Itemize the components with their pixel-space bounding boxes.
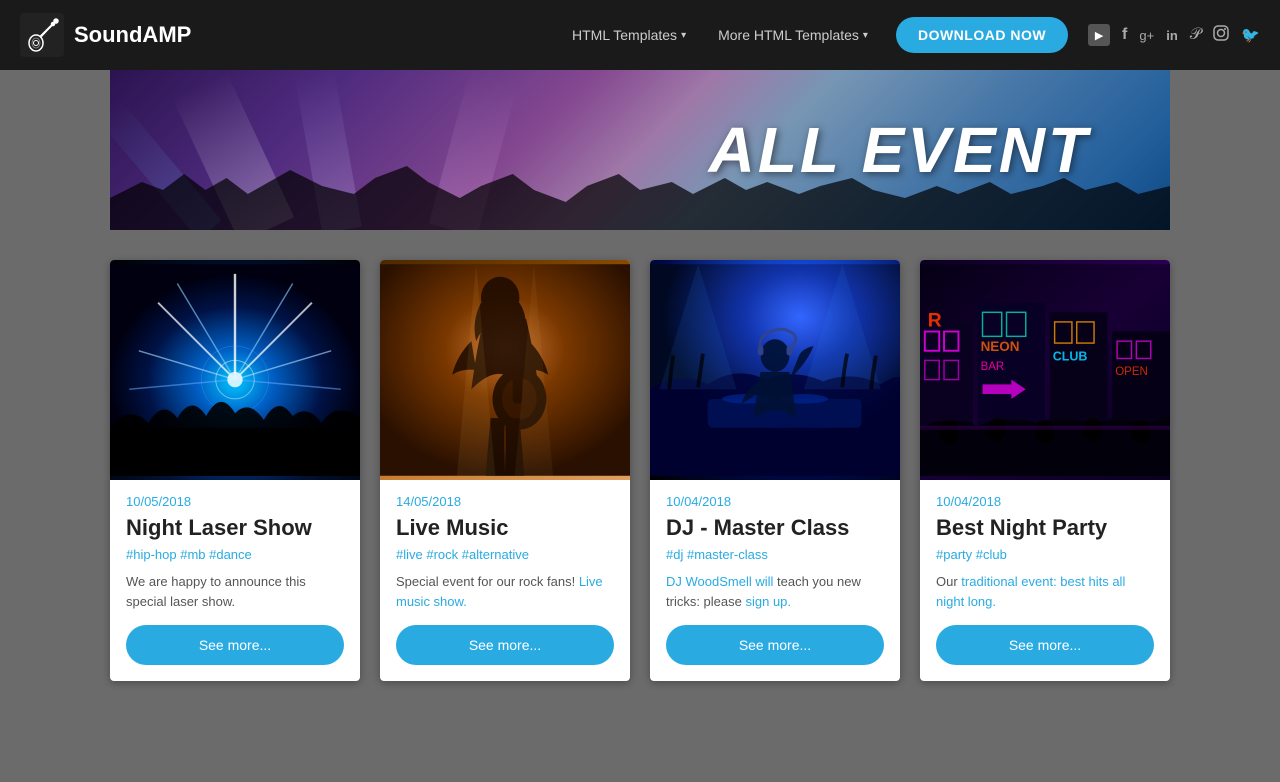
social-icons: ▶ f g+ in 𝒫 🐦 [1088,24,1260,46]
event-card-2: 14/05/2018 Live Music #live #rock #alter… [380,260,630,681]
card-desc-2: Special event for our rock fans! Live mu… [396,572,614,611]
svg-text:BAR: BAR [981,361,1005,373]
card-desc-link-3a[interactable]: DJ WoodSmell will [666,574,773,589]
download-button[interactable]: DOWNLOAD NOW [896,17,1068,53]
twitter-icon[interactable]: 🐦 [1241,26,1260,44]
card-desc-4: Our traditional event: best hits all nig… [936,572,1154,611]
card-image-1 [110,260,360,480]
card-date-3: 10/04/2018 [666,494,884,509]
card-desc-link-3b[interactable]: sign up. [745,594,791,609]
live-music-illustration [380,260,630,480]
card-image-2 [380,260,630,480]
card-desc-link-2[interactable]: Live music show. [396,574,603,609]
chevron-down-icon: ▾ [863,30,868,41]
card-tags-1: #hip-hop #mb #dance [126,547,344,562]
card-date-4: 10/04/2018 [936,494,1154,509]
svg-text:NEON: NEON [981,339,1020,354]
navbar: SoundAMP HTML Templates ▾ More HTML Temp… [0,0,1280,70]
card-date-2: 14/05/2018 [396,494,614,509]
hero-banner: ALL EVENT [110,70,1170,230]
instagram-icon[interactable] [1213,25,1229,46]
card-desc-1: We are happy to announce this special la… [126,572,344,611]
card-title-3: DJ - Master Class [666,515,884,541]
svg-text:OPEN: OPEN [1115,366,1148,378]
cards-section: 10/05/2018 Night Laser Show #hip-hop #mb… [110,260,1170,681]
card-title-1: Night Laser Show [126,515,344,541]
night-party-illustration: R NEON BAR CLUB OPEN [920,260,1170,480]
html-templates-link[interactable]: HTML Templates ▾ [560,21,698,49]
card-body-2: 14/05/2018 Live Music #live #rock #alter… [380,480,630,681]
card-body-3: 10/04/2018 DJ - Master Class #dj #master… [650,480,900,681]
pinterest-icon[interactable]: 𝒫 [1190,26,1202,44]
google-plus-icon[interactable]: g+ [1139,28,1154,43]
event-card-4: R NEON BAR CLUB OPEN [920,260,1170,681]
hero-title: ALL EVENT [709,113,1090,187]
card-title-4: Best Night Party [936,515,1154,541]
more-templates-link[interactable]: More HTML Templates ▾ [706,21,880,49]
card-tags-2: #live #rock #alternative [396,547,614,562]
youtube-icon[interactable]: ▶ [1088,24,1110,46]
card-tags-3: #dj #master-class [666,547,884,562]
card-desc-3: DJ WoodSmell will teach you new tricks: … [666,572,884,611]
brand-name: SoundAMP [74,22,191,48]
facebook-icon[interactable]: f [1122,26,1127,44]
card-tags-4: #party #club [936,547,1154,562]
svg-text:R: R [928,311,942,332]
card-image-3 [650,260,900,480]
see-more-button-4[interactable]: See more... [936,625,1154,665]
see-more-button-3[interactable]: See more... [666,625,884,665]
linkedin-icon[interactable]: in [1166,28,1178,43]
card-body-1: 10/05/2018 Night Laser Show #hip-hop #mb… [110,480,360,681]
brand-logo[interactable]: SoundAMP [20,13,191,57]
event-card-1: 10/05/2018 Night Laser Show #hip-hop #mb… [110,260,360,681]
see-more-button-1[interactable]: See more... [126,625,344,665]
chevron-down-icon: ▾ [681,30,686,41]
guitar-icon [20,13,64,57]
card-date-1: 10/05/2018 [126,494,344,509]
see-more-button-2[interactable]: See more... [396,625,614,665]
event-card-3: 10/04/2018 DJ - Master Class #dj #master… [650,260,900,681]
laser-show-illustration [110,260,360,480]
svg-text:CLUB: CLUB [1053,349,1088,363]
card-image-4: R NEON BAR CLUB OPEN [920,260,1170,480]
card-body-4: 10/04/2018 Best Night Party #party #club… [920,480,1170,681]
nav-links: HTML Templates ▾ More HTML Templates ▾ [560,21,880,49]
card-title-2: Live Music [396,515,614,541]
card-desc-link-4[interactable]: traditional event: best hits all night l… [936,574,1125,609]
dj-illustration [650,260,900,480]
